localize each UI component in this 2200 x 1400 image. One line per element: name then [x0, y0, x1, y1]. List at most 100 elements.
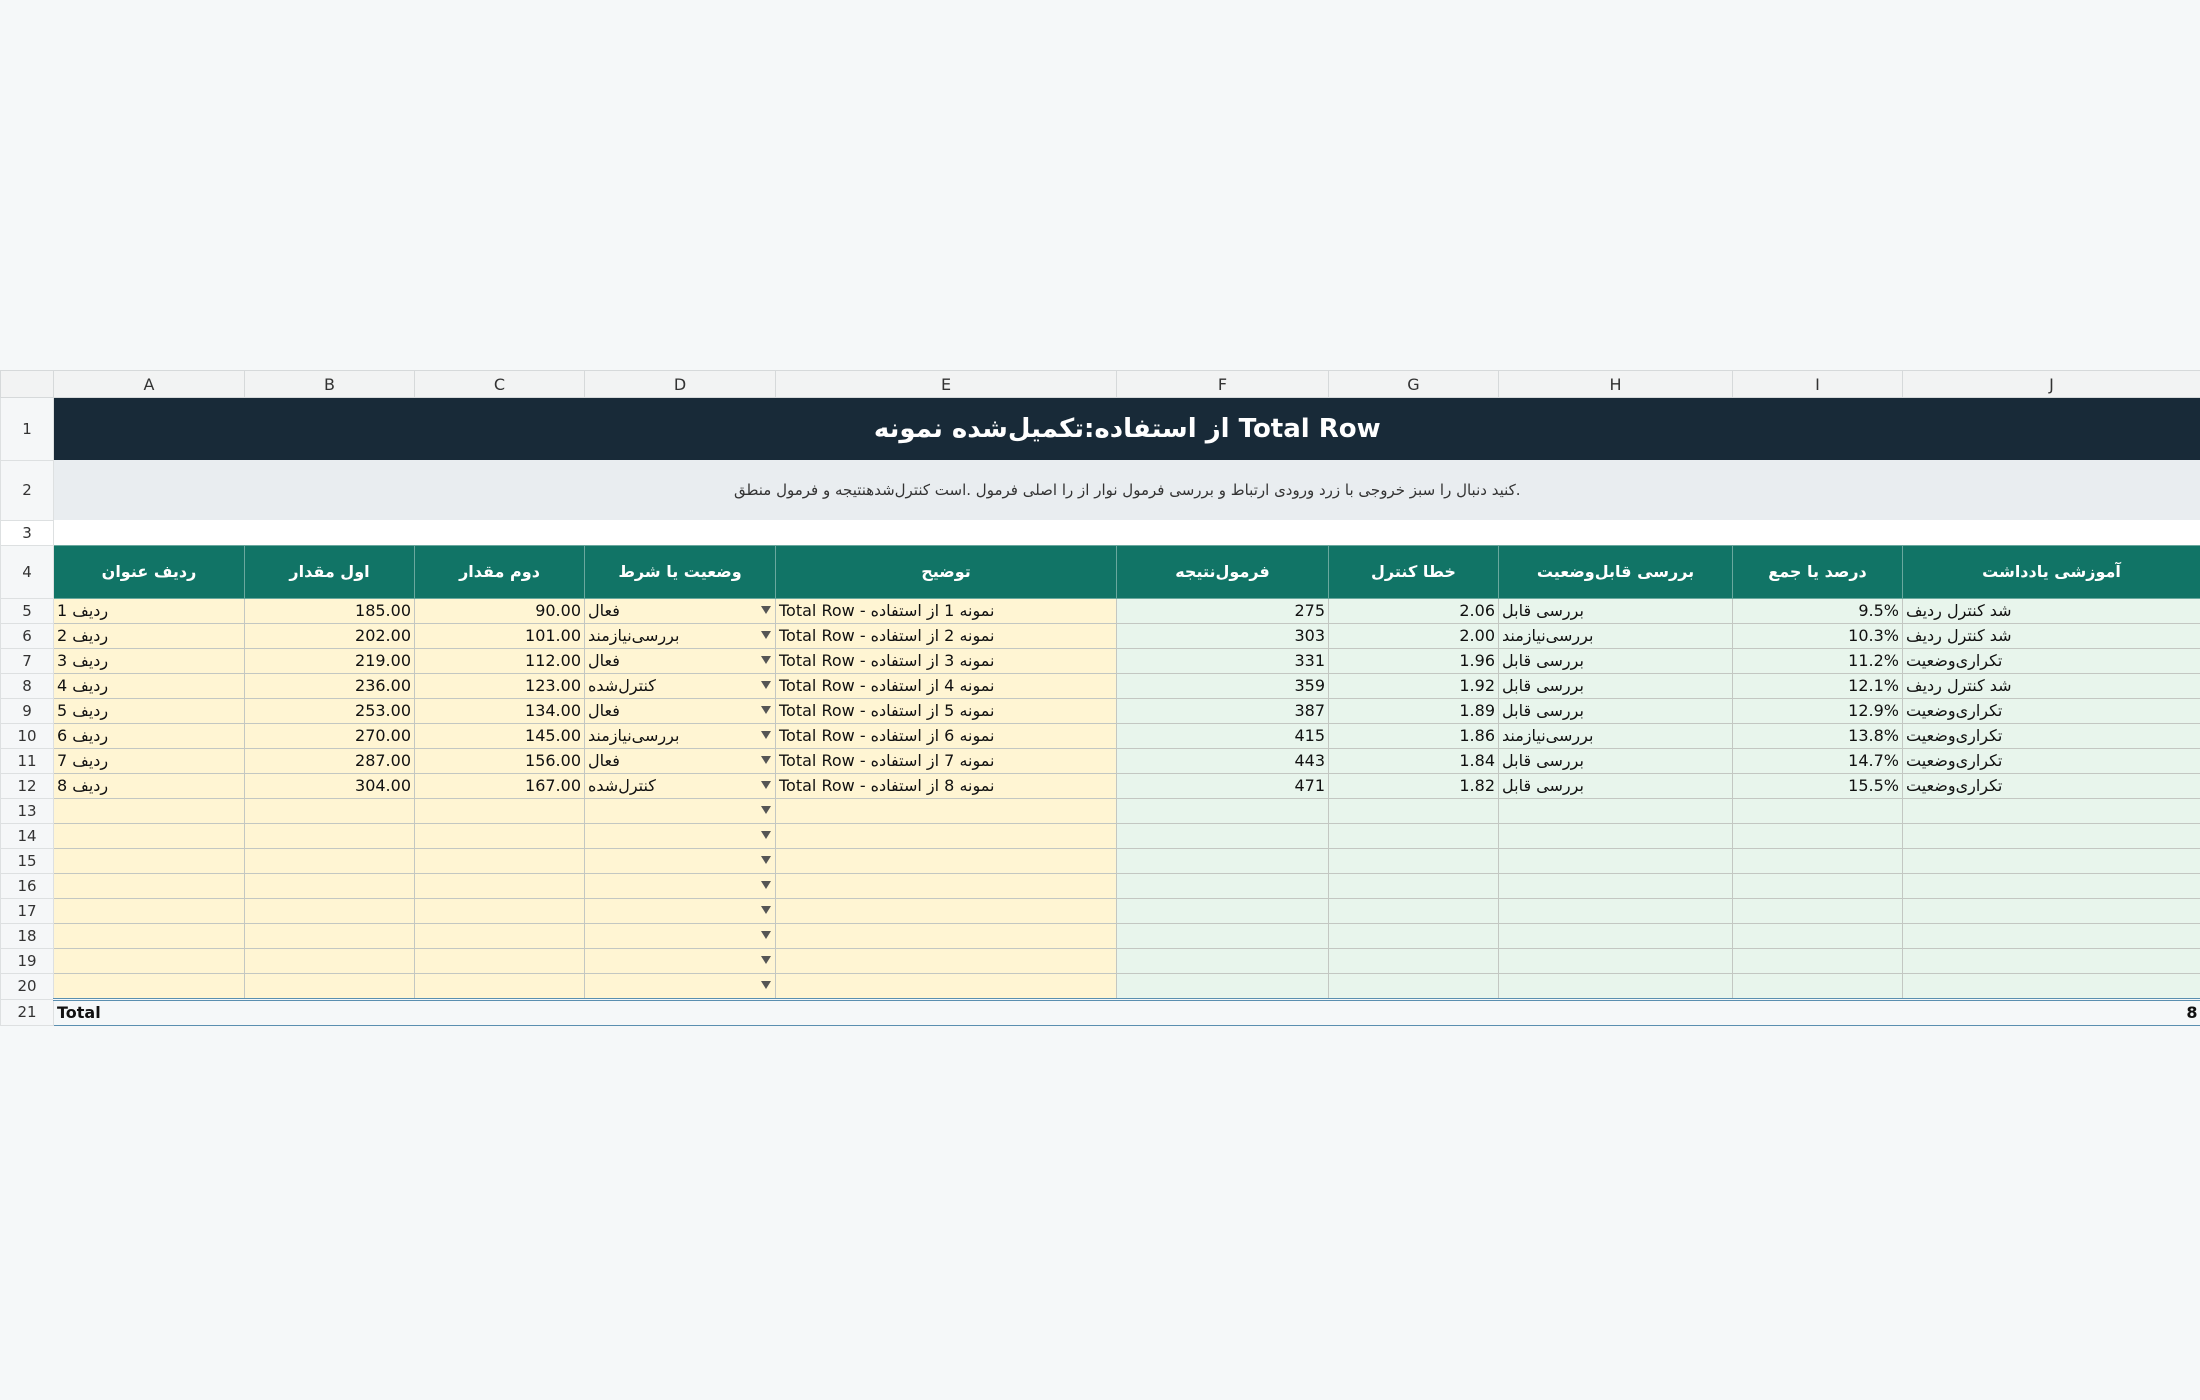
cell-percent[interactable]: [1732, 922, 1903, 949]
cell-status-dropdown[interactable]: فعال: [584, 647, 776, 674]
cell-error-check[interactable]: [1328, 847, 1499, 874]
cell-reviewable-status[interactable]: بررسی قابل: [1498, 772, 1733, 799]
cell-second-value[interactable]: [414, 872, 585, 899]
cell-status-dropdown[interactable]: فعال: [584, 697, 776, 724]
cell-note[interactable]: [1902, 897, 2200, 924]
cell-reviewable-status[interactable]: [1498, 847, 1733, 874]
cell-error-check[interactable]: 1.96: [1328, 647, 1499, 674]
row-number[interactable]: 18: [0, 923, 54, 949]
cell-percent[interactable]: 13.8%: [1732, 722, 1903, 749]
cell-reviewable-status[interactable]: بررسی قابل: [1498, 697, 1733, 724]
cell-formula-result[interactable]: 331: [1116, 647, 1329, 674]
cell-note[interactable]: شد کنترل ردیف: [1902, 622, 2200, 649]
cell-note[interactable]: [1902, 922, 2200, 949]
column-header-h[interactable]: H: [1498, 370, 1733, 398]
row-number[interactable]: 4: [0, 545, 54, 599]
cell-error-check[interactable]: [1328, 972, 1499, 1000]
cell-description[interactable]: Total Row - نمونه 5 از استفاده: [775, 697, 1117, 724]
cell-description[interactable]: Total Row - نمونه 1 از استفاده: [775, 597, 1117, 624]
cell-percent[interactable]: 11.2%: [1732, 647, 1903, 674]
cell-second-value[interactable]: 101.00: [414, 622, 585, 649]
column-header-g[interactable]: G: [1328, 370, 1499, 398]
cell-note[interactable]: تکراری‌وضعیت: [1902, 647, 2200, 674]
cell-description[interactable]: Total Row - نمونه 4 از استفاده: [775, 672, 1117, 699]
row-number[interactable]: 6: [0, 623, 54, 649]
cell-note[interactable]: شد کنترل ردیف: [1902, 597, 2200, 624]
cell-second-value[interactable]: [414, 972, 585, 1000]
cell-reviewable-status[interactable]: [1498, 797, 1733, 824]
cell-percent[interactable]: [1732, 872, 1903, 899]
cell-second-value[interactable]: 123.00: [414, 672, 585, 699]
select-all-corner[interactable]: [0, 370, 54, 398]
cell-reviewable-status[interactable]: [1498, 872, 1733, 899]
cell-reviewable-status[interactable]: [1498, 822, 1733, 849]
dropdown-arrow-icon[interactable]: [761, 605, 771, 614]
sheet-subtitle[interactable]: .کنید دنبال را سبز خروجی با زرد ورودی ار…: [53, 460, 2200, 520]
cell-first-value[interactable]: 202.00: [244, 622, 415, 649]
row-number[interactable]: 20: [0, 973, 54, 1000]
cell-first-value[interactable]: 304.00: [244, 772, 415, 799]
dropdown-arrow-icon[interactable]: [761, 830, 771, 839]
column-header-f[interactable]: F: [1116, 370, 1329, 398]
blank-cell[interactable]: [53, 520, 2200, 545]
sheet-title[interactable]: Total Row از استفاده:تکمیل‌شده نمونه: [53, 397, 2200, 460]
cell-status-dropdown[interactable]: [584, 797, 776, 824]
row-number[interactable]: 1: [0, 397, 54, 461]
cell-row-title[interactable]: [53, 922, 245, 949]
row-number[interactable]: 7: [0, 648, 54, 674]
row-number[interactable]: 15: [0, 848, 54, 874]
cell-second-value[interactable]: 112.00: [414, 647, 585, 674]
cell-row-title[interactable]: ردیف 2: [53, 622, 245, 649]
cell-error-check[interactable]: [1328, 872, 1499, 899]
cell-status-dropdown[interactable]: کنترل‌شده: [584, 672, 776, 699]
cell-status-dropdown[interactable]: [584, 897, 776, 924]
cell-error-check[interactable]: [1328, 822, 1499, 849]
column-header-a[interactable]: A: [53, 370, 245, 398]
cell-description[interactable]: [775, 797, 1117, 824]
cell-percent[interactable]: 15.5%: [1732, 772, 1903, 799]
cell-row-title[interactable]: ردیف 3: [53, 647, 245, 674]
dropdown-arrow-icon[interactable]: [761, 780, 771, 789]
cell-second-value[interactable]: 145.00: [414, 722, 585, 749]
cell-percent[interactable]: [1732, 847, 1903, 874]
cell-status-dropdown[interactable]: [584, 972, 776, 1000]
cell-formula-result[interactable]: 443: [1116, 747, 1329, 774]
row-number[interactable]: 9: [0, 698, 54, 724]
header-row-title[interactable]: ردیف عنوان: [53, 544, 245, 599]
cell-first-value[interactable]: [244, 797, 415, 824]
cell-percent[interactable]: [1732, 972, 1903, 1000]
cell-first-value[interactable]: 253.00: [244, 697, 415, 724]
cell-description[interactable]: Total Row - نمونه 6 از استفاده: [775, 722, 1117, 749]
cell-description[interactable]: [775, 947, 1117, 974]
cell-formula-result[interactable]: 359: [1116, 672, 1329, 699]
row-number[interactable]: 19: [0, 948, 54, 974]
dropdown-arrow-icon[interactable]: [761, 655, 771, 664]
cell-description[interactable]: [775, 847, 1117, 874]
cell-error-check[interactable]: [1328, 922, 1499, 949]
cell-error-check[interactable]: 1.89: [1328, 697, 1499, 724]
cell-percent[interactable]: 14.7%: [1732, 747, 1903, 774]
cell-status-dropdown[interactable]: کنترل‌شده: [584, 772, 776, 799]
cell-formula-result[interactable]: 471: [1116, 772, 1329, 799]
cell-formula-result[interactable]: 387: [1116, 697, 1329, 724]
cell-percent[interactable]: [1732, 797, 1903, 824]
column-header-i[interactable]: I: [1732, 370, 1903, 398]
dropdown-arrow-icon[interactable]: [761, 855, 771, 864]
cell-first-value[interactable]: 236.00: [244, 672, 415, 699]
header-second-value[interactable]: دوم مقدار: [414, 544, 585, 599]
dropdown-arrow-icon[interactable]: [761, 930, 771, 939]
cell-note[interactable]: [1902, 972, 2200, 1000]
cell-first-value[interactable]: 270.00: [244, 722, 415, 749]
cell-reviewable-status[interactable]: بررسی‌نیازمند: [1498, 722, 1733, 749]
cell-formula-result[interactable]: [1116, 847, 1329, 874]
column-header-j[interactable]: J: [1902, 370, 2200, 398]
row-number[interactable]: 14: [0, 823, 54, 849]
cell-note[interactable]: [1902, 822, 2200, 849]
cell-note[interactable]: تکراری‌وضعیت: [1902, 697, 2200, 724]
cell-row-title[interactable]: [53, 797, 245, 824]
cell-description[interactable]: Total Row - نمونه 2 از استفاده: [775, 622, 1117, 649]
cell-second-value[interactable]: 167.00: [414, 772, 585, 799]
cell-row-title[interactable]: [53, 872, 245, 899]
dropdown-arrow-icon[interactable]: [761, 805, 771, 814]
dropdown-arrow-icon[interactable]: [761, 730, 771, 739]
